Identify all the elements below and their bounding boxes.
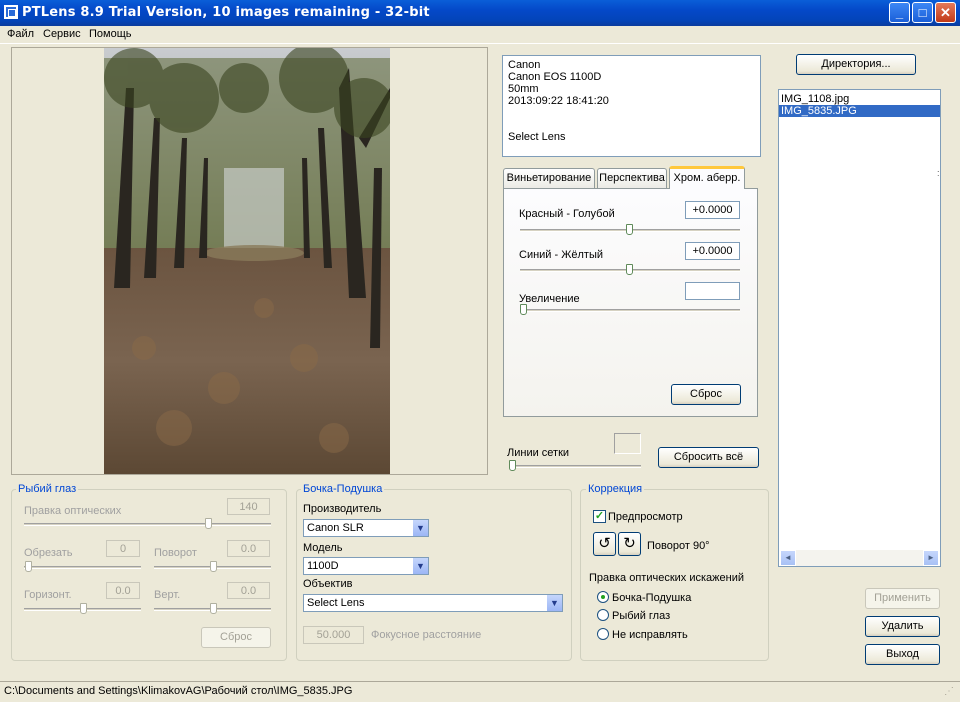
radio-none[interactable] bbox=[597, 628, 609, 640]
menu-service[interactable]: Сервис bbox=[43, 28, 81, 40]
image-info-box: Canon Canon EOS 1100D 50mm 2013:09:22 18… bbox=[502, 55, 761, 157]
chromatic-reset-button[interactable]: Сброс bbox=[671, 384, 741, 405]
horizontal-scrollbar[interactable]: ◄ ► bbox=[780, 550, 939, 566]
magnify-value[interactable] bbox=[685, 282, 740, 300]
model-select[interactable]: 1100D ▼ bbox=[303, 557, 429, 575]
magnify-slider-track bbox=[520, 309, 740, 312]
chevron-down-icon[interactable]: ▼ bbox=[412, 558, 428, 574]
fisheye-crop-thumb[interactable] bbox=[25, 561, 32, 572]
radio-none-label: Не исправлять bbox=[612, 629, 688, 641]
fisheye-reset-button[interactable]: Сброс bbox=[201, 627, 271, 648]
maximize-button[interactable]: □ bbox=[912, 2, 933, 23]
red-cyan-label: Красный - Голубой bbox=[519, 208, 615, 220]
info-focal: 50mm bbox=[508, 83, 539, 95]
fisheye-group-title: Рыбий глаз bbox=[16, 483, 79, 495]
info-lens: Select Lens bbox=[508, 131, 566, 143]
radio-fisheye-label: Рыбий глаз bbox=[612, 610, 671, 622]
maker-select[interactable]: Canon SLR ▼ bbox=[303, 519, 429, 537]
list-scroll-hint: : bbox=[937, 168, 940, 178]
maker-select-value: Canon SLR bbox=[307, 522, 364, 534]
scroll-left-icon[interactable]: ◄ bbox=[780, 550, 796, 566]
fisheye-horiz-label: Горизонт. bbox=[24, 589, 72, 601]
window-title: PTLens 8.9 Trial Version, 10 images rema… bbox=[22, 5, 430, 20]
radio-fisheye[interactable] bbox=[597, 609, 609, 621]
tab-vignetting[interactable]: Виньетирование bbox=[503, 168, 595, 188]
fisheye-rotate-value[interactable]: 0.0 bbox=[227, 540, 270, 557]
lens-select[interactable]: Select Lens ▼ bbox=[303, 594, 563, 612]
minimize-button[interactable]: _ bbox=[889, 2, 910, 23]
app-icon bbox=[4, 5, 18, 19]
lens-label: Объектив bbox=[303, 578, 353, 590]
rotate-90-label: Поворот 90° bbox=[647, 540, 710, 552]
exit-button[interactable]: Выход bbox=[865, 644, 940, 665]
model-label: Модель bbox=[303, 542, 343, 554]
file-list[interactable]: IMG_1108.jpg IMG_5835.JPG : ◄ ► bbox=[778, 89, 941, 567]
apply-button[interactable]: Применить bbox=[865, 588, 940, 609]
red-cyan-slider-thumb[interactable] bbox=[626, 224, 633, 235]
fisheye-rotate-thumb[interactable] bbox=[210, 561, 217, 572]
fisheye-vert-value[interactable]: 0.0 bbox=[227, 582, 270, 599]
menu-help[interactable]: Помощь bbox=[89, 28, 132, 40]
info-model: Canon EOS 1100D bbox=[508, 71, 602, 83]
fisheye-vert-thumb[interactable] bbox=[210, 603, 217, 614]
fisheye-vert-label: Верт. bbox=[154, 589, 181, 601]
magnify-label: Увеличение bbox=[519, 293, 580, 305]
radio-barrel[interactable] bbox=[597, 591, 609, 603]
barrel-group-title: Бочка-Подушка bbox=[301, 483, 385, 495]
tab-perspective[interactable]: Перспектива bbox=[597, 168, 667, 188]
fisheye-horiz-thumb[interactable] bbox=[80, 603, 87, 614]
focal-length-label: Фокусное расстояние bbox=[371, 629, 482, 641]
lens-select-value: Select Lens bbox=[307, 597, 365, 609]
tab-chromatic[interactable]: Хром. аберр. bbox=[669, 166, 745, 189]
grid-color-swatch[interactable] bbox=[614, 433, 641, 454]
grid-slider-track bbox=[509, 465, 641, 468]
menu-bar: Файл Сервис Помощь bbox=[0, 26, 960, 44]
grid-slider-thumb[interactable] bbox=[509, 460, 516, 471]
info-make: Canon bbox=[508, 59, 541, 71]
radio-barrel-label: Бочка-Подушка bbox=[612, 592, 692, 604]
fisheye-optical-label: Правка оптических bbox=[24, 505, 122, 517]
chevron-down-icon[interactable]: ▼ bbox=[546, 595, 562, 611]
fisheye-crop-track bbox=[24, 566, 141, 569]
status-path: C:\Documents and Settings\KlimakovAG\Раб… bbox=[4, 685, 353, 697]
close-button[interactable]: ✕ bbox=[935, 2, 956, 23]
delete-button[interactable]: Удалить bbox=[865, 616, 940, 637]
blue-yellow-slider-thumb[interactable] bbox=[626, 264, 633, 275]
focal-length-value[interactable]: 50.000 bbox=[303, 626, 364, 644]
blue-yellow-value[interactable]: +0.0000 bbox=[685, 242, 740, 260]
menu-file[interactable]: Файл bbox=[7, 28, 34, 40]
fisheye-optical-thumb[interactable] bbox=[205, 518, 212, 529]
fisheye-crop-label: Обрезать bbox=[24, 547, 73, 559]
fisheye-rotate-label: Поворот bbox=[154, 547, 197, 559]
fisheye-optical-value[interactable]: 140 bbox=[227, 498, 270, 515]
preview-checkbox[interactable]: ✓ bbox=[593, 510, 606, 523]
status-bar: C:\Documents and Settings\KlimakovAG\Раб… bbox=[0, 681, 960, 702]
directory-button[interactable]: Директория... bbox=[796, 54, 916, 75]
blue-yellow-label: Синий - Жёлтый bbox=[519, 249, 604, 261]
file-item-5835[interactable]: IMG_5835.JPG bbox=[779, 105, 940, 117]
magnify-slider-thumb[interactable] bbox=[520, 304, 527, 315]
photo-preview[interactable] bbox=[104, 48, 390, 474]
info-datetime: 2013:09:22 18:41:20 bbox=[508, 95, 609, 107]
maker-label: Производитель bbox=[303, 503, 382, 515]
rotate-left-icon[interactable]: ↺ bbox=[593, 532, 616, 556]
optical-correction-label: Правка оптических искажений bbox=[589, 572, 744, 584]
chevron-down-icon[interactable]: ▼ bbox=[412, 520, 428, 536]
fisheye-crop-value[interactable]: 0 bbox=[106, 540, 140, 557]
title-bar[interactable]: PTLens 8.9 Trial Version, 10 images rema… bbox=[0, 0, 960, 26]
reset-all-button[interactable]: Сбросить всё bbox=[658, 447, 759, 468]
grid-lines-label: Линии сетки bbox=[507, 447, 570, 459]
resize-grip-icon[interactable]: ⋰ bbox=[944, 686, 954, 697]
file-item-1108[interactable]: IMG_1108.jpg bbox=[779, 93, 940, 105]
fisheye-optical-track bbox=[24, 523, 271, 526]
photo-image bbox=[104, 48, 390, 474]
preview-label: Предпросмотр bbox=[608, 511, 683, 523]
scroll-right-icon[interactable]: ► bbox=[923, 550, 939, 566]
rotate-right-icon[interactable]: ↻ bbox=[618, 532, 641, 556]
fisheye-horiz-value[interactable]: 0.0 bbox=[106, 582, 140, 599]
red-cyan-value[interactable]: +0.0000 bbox=[685, 201, 740, 219]
correction-group-title: Коррекция bbox=[586, 483, 645, 495]
model-select-value: 1100D bbox=[307, 560, 339, 572]
